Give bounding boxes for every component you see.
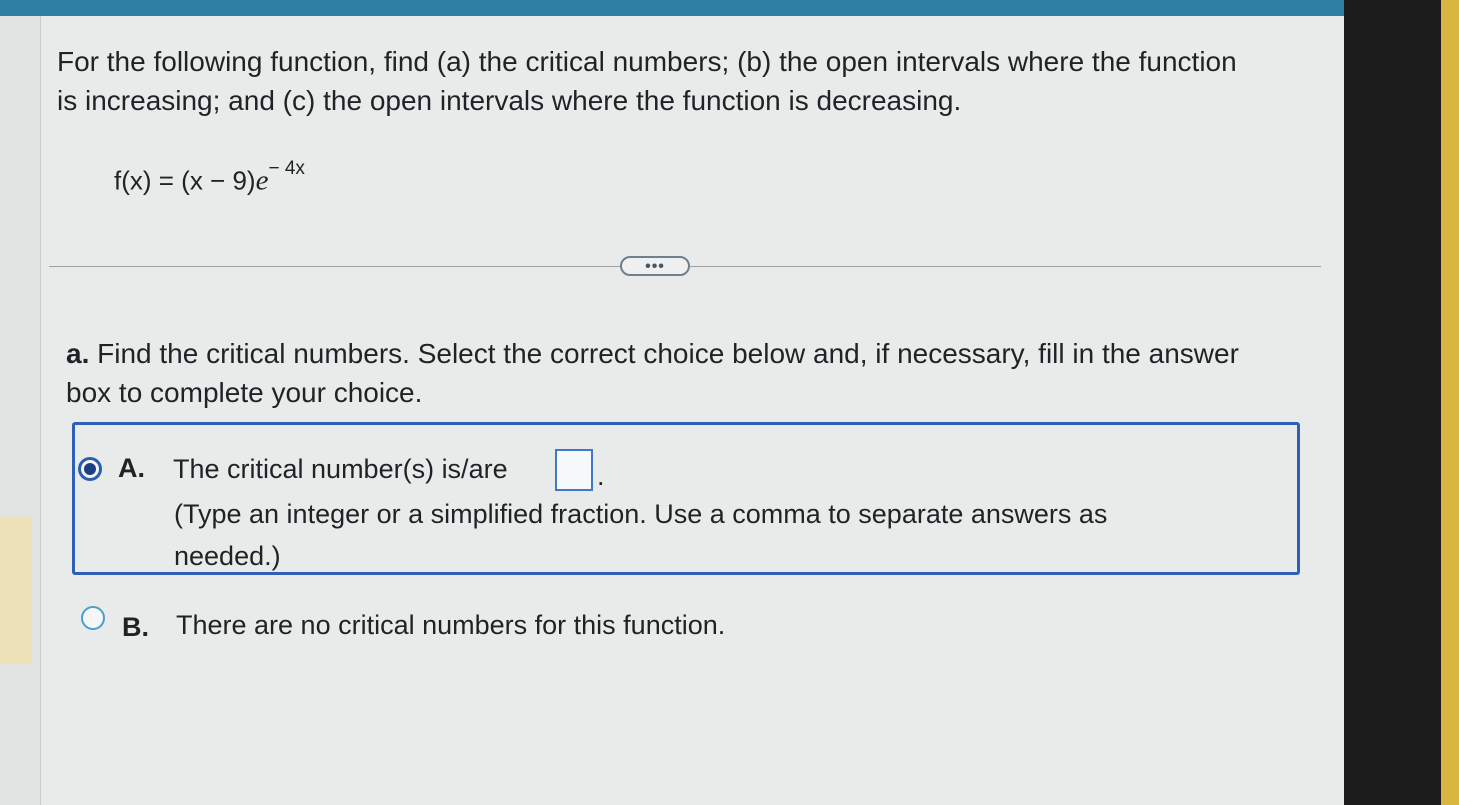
function-e: e — [255, 164, 269, 197]
question-text: For the following function, find (a) the… — [57, 46, 1237, 116]
choice-a-letter: A. — [118, 453, 145, 483]
choice-a-radio[interactable] — [78, 457, 102, 481]
question-panel: For the following function, find (a) the… — [41, 16, 1344, 805]
top-bar — [0, 0, 1459, 16]
part-a-text: Find the critical numbers. Select the co… — [66, 338, 1239, 408]
choice-b-letter: B. — [122, 612, 149, 642]
part-a-prompt: a. Find the critical numbers. Select the… — [66, 334, 1246, 412]
choice-a-hint: (Type an integer or a simplified fractio… — [174, 499, 1108, 571]
choice-a-text: The critical number(s) is/are — [173, 454, 508, 484]
function-base: f(x) = (x − 9) — [114, 165, 256, 196]
left-highlight — [0, 517, 32, 664]
function-exponent: − 4x — [268, 158, 305, 179]
radio-selected-dot — [84, 463, 96, 475]
part-a-label: a. — [66, 338, 90, 369]
choice-b-text: There are no critical numbers for this f… — [176, 610, 726, 640]
expand-more-button[interactable]: ••• — [620, 256, 690, 276]
choice-a-period: . — [597, 461, 605, 491]
left-margin — [0, 16, 41, 805]
monitor-edge — [1441, 0, 1459, 805]
critical-numbers-answer-input[interactable] — [555, 449, 593, 491]
choice-b-radio[interactable] — [81, 606, 105, 630]
function-formula: f(x) = (x − 9)e− 4x — [114, 158, 305, 198]
